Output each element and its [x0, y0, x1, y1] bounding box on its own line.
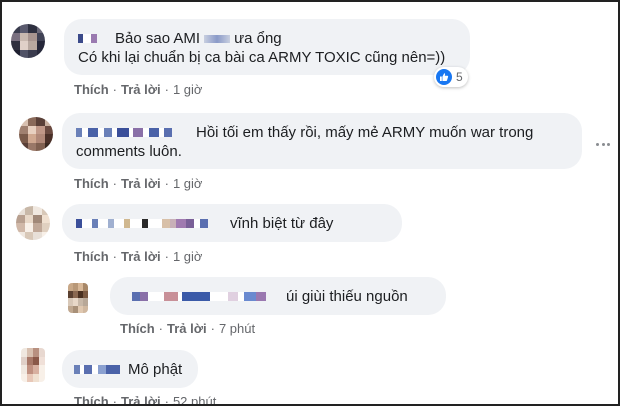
separator: ·: [210, 321, 215, 336]
like-link[interactable]: Thích: [74, 249, 109, 264]
comment-author-line: Bảo sao AMI: [115, 30, 201, 47]
like-link[interactable]: Thích: [74, 394, 109, 404]
blurred-author-name: [76, 128, 172, 137]
comment-actions: Thích · Trả lời · 1 giờ: [74, 249, 202, 264]
comment-thread: Bảo sao AMI ưa ổng Có khi lại chuẩn bị c…: [0, 0, 620, 406]
blurred-author-name: [76, 219, 208, 228]
like-link[interactable]: Thích: [74, 176, 109, 191]
separator: ·: [112, 249, 118, 264]
comment-author-tail: ưa ổng: [234, 30, 282, 47]
reply-link[interactable]: Trả lời: [121, 176, 161, 191]
comment-actions: Thích · Trả lời · 1 giờ: [74, 176, 202, 191]
avatar[interactable]: [16, 206, 50, 240]
reply-link[interactable]: Trả lời: [121, 394, 161, 404]
separator: ·: [164, 176, 169, 191]
comment-bubble: Bảo sao AMI ưa ổng Có khi lại chuẩn bị c…: [64, 19, 470, 75]
avatar[interactable]: [11, 24, 45, 58]
timestamp[interactable]: 1 giờ: [173, 176, 203, 191]
timestamp[interactable]: 7 phút: [219, 321, 255, 336]
reply-link[interactable]: Trả lời: [167, 321, 207, 336]
comment-text: Mô phật: [128, 361, 183, 378]
comment-bubble: vĩnh biệt từ đây: [62, 204, 402, 242]
avatar[interactable]: [21, 348, 45, 382]
comment-text-line1: Hồi tối em thấy rồi, mấy mẻ ARMY muốn wa…: [196, 124, 534, 141]
comment-actions: Thích · Trả lời · 7 phút: [120, 321, 255, 336]
blurred-author-name: [74, 365, 120, 374]
timestamp[interactable]: 1 giờ: [173, 249, 203, 264]
like-link[interactable]: Thích: [74, 82, 109, 97]
separator: ·: [164, 394, 169, 406]
timestamp[interactable]: 52 phút: [173, 394, 216, 404]
like-link[interactable]: Thích: [120, 321, 155, 336]
reaction-summary[interactable]: 5: [434, 67, 468, 87]
blurred-author-name: [132, 292, 266, 301]
separator: ·: [112, 394, 118, 406]
blurred-avatar-tag: [78, 34, 97, 43]
reaction-count: 5: [456, 70, 463, 84]
separator: ·: [112, 176, 118, 191]
comment-text: Có khi lại chuẩn bị ca bài ca ARMY TOXIC…: [78, 49, 446, 66]
separator: ·: [158, 321, 164, 336]
avatar[interactable]: [19, 117, 53, 151]
comment-bubble: úi giùi thiếu nguồn: [110, 277, 446, 315]
like-icon: [436, 69, 452, 85]
reply-link[interactable]: Trả lời: [121, 82, 161, 97]
more-options-icon[interactable]: [596, 143, 610, 147]
comment-actions: Thích · Trả lời · 52 phút: [74, 394, 216, 406]
separator: ·: [112, 82, 118, 97]
comment-actions: Thích · Trả lời · 1 giờ: [74, 82, 202, 97]
blurred-text: [204, 34, 231, 43]
comment-text: úi giùi thiếu nguồn: [286, 288, 408, 305]
separator: ·: [164, 249, 169, 264]
comment-text-line2: comments luôn.: [76, 143, 182, 160]
timestamp[interactable]: 1 giờ: [173, 82, 203, 97]
reply-link[interactable]: Trả lời: [121, 249, 161, 264]
avatar[interactable]: [68, 283, 88, 313]
comment-bubble: Hồi tối em thấy rồi, mấy mẻ ARMY muốn wa…: [62, 113, 582, 169]
separator: ·: [164, 82, 169, 97]
comment-text: vĩnh biệt từ đây: [230, 215, 334, 232]
comment-bubble: Mô phật: [62, 350, 198, 388]
